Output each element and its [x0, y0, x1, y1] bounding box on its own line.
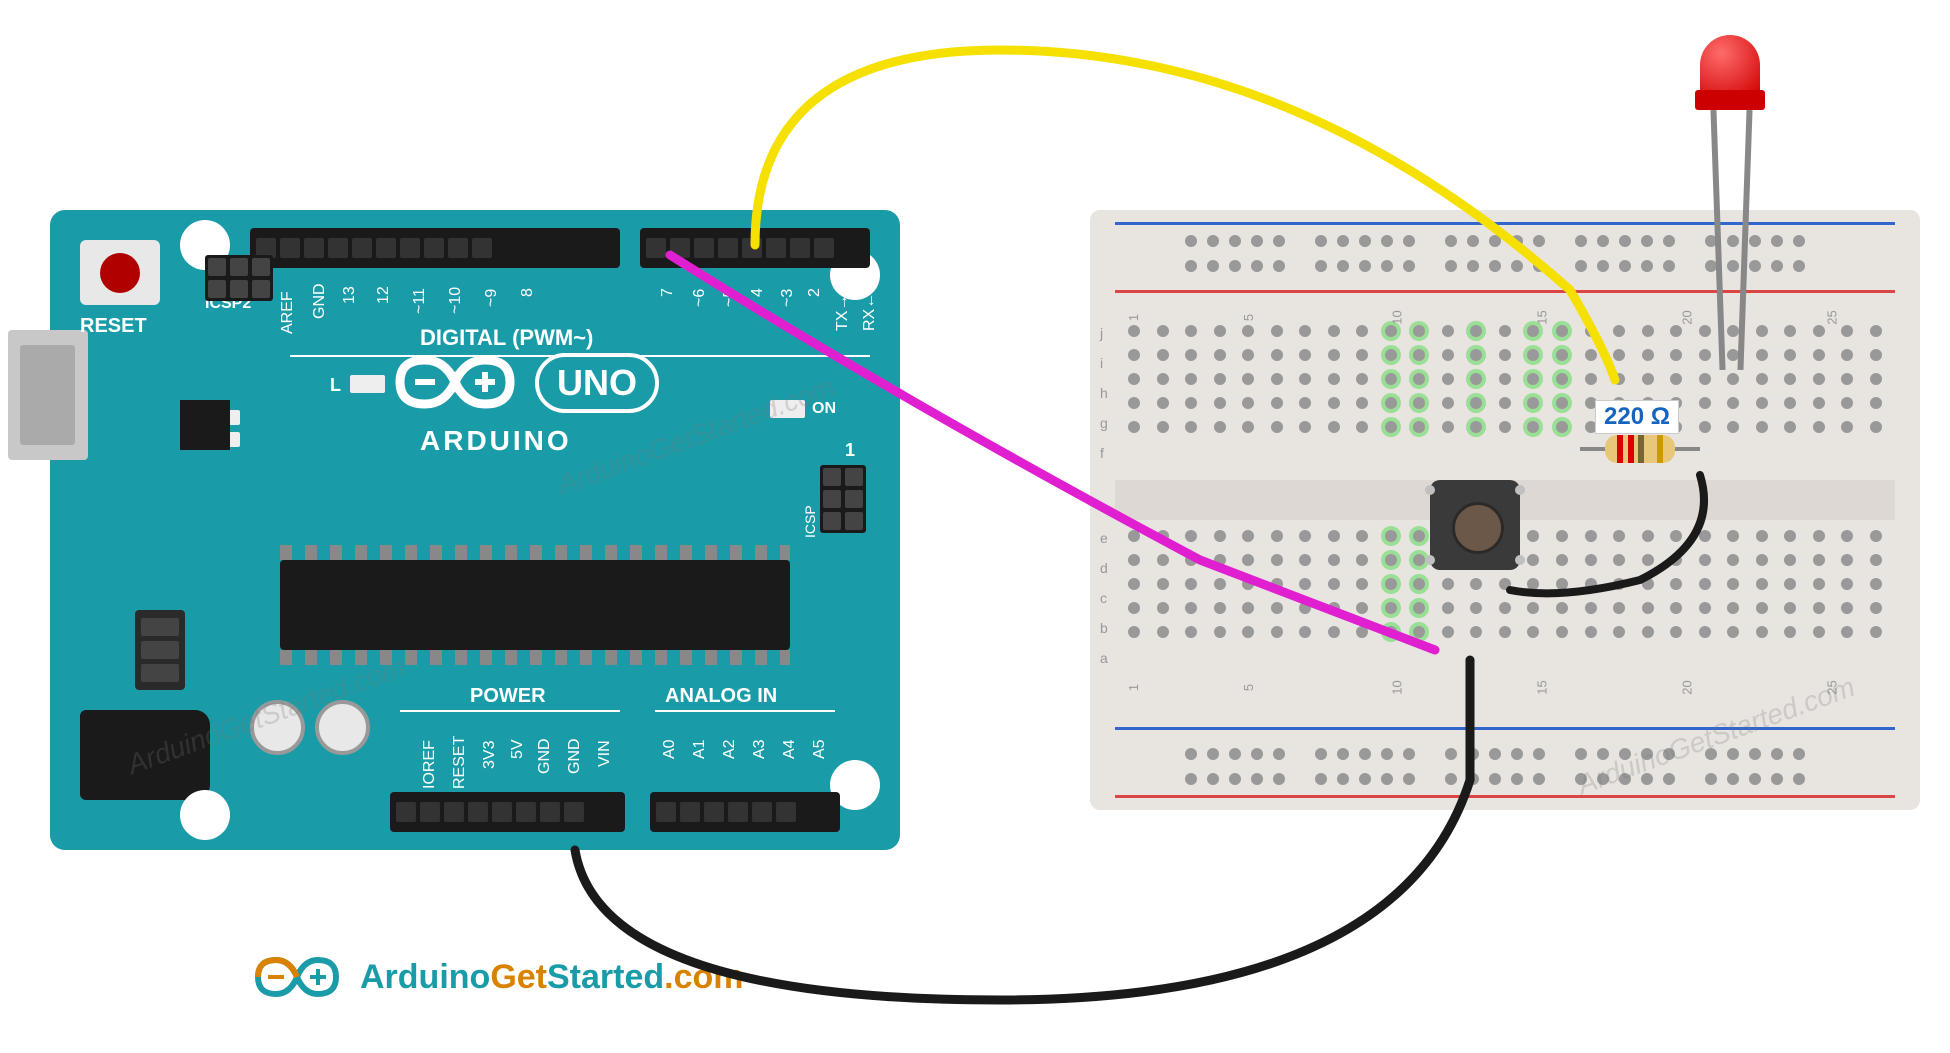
- wire-yellow: [755, 50, 1615, 380]
- wire-layer: [0, 0, 1950, 1053]
- wire-black-gnd: [575, 660, 1470, 1000]
- wire-magenta: [670, 255, 1435, 650]
- wire-black-led: [1510, 475, 1704, 593]
